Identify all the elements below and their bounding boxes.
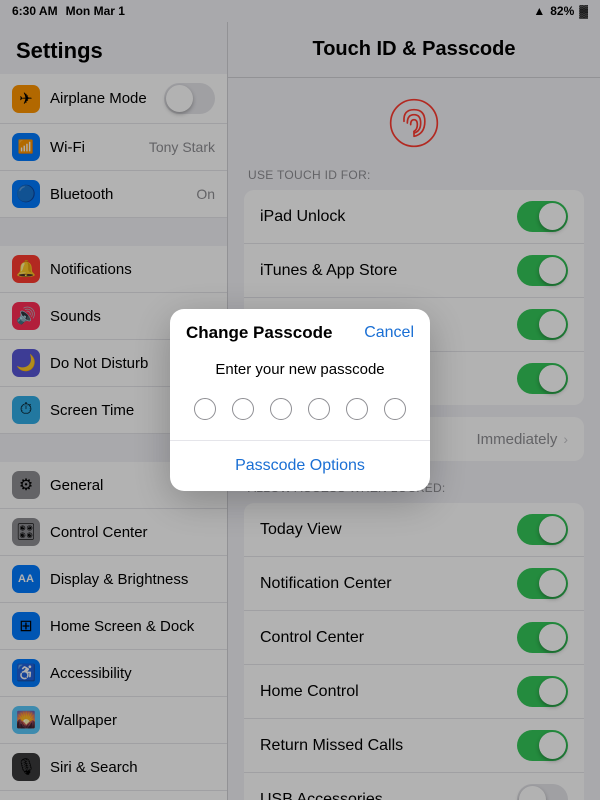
passcode-options-button[interactable]: Passcode Options [170,445,430,491]
modal-divider [170,440,430,441]
passcode-dot-2 [232,398,254,420]
modal-cancel-button[interactable]: Cancel [364,324,414,342]
modal-title-row: Change Passcode Cancel [170,309,430,343]
modal-overlay[interactable]: Change Passcode Cancel Enter your new pa… [0,0,600,800]
passcode-dot-6 [384,398,406,420]
change-passcode-modal: Change Passcode Cancel Enter your new pa… [170,309,430,491]
modal-prompt: Enter your new passcode [170,343,430,390]
modal-title: Change Passcode [186,323,332,343]
passcode-dot-1 [194,398,216,420]
passcode-dot-4 [308,398,330,420]
passcode-dots-container [170,390,430,436]
passcode-dot-3 [270,398,292,420]
passcode-dot-5 [346,398,368,420]
